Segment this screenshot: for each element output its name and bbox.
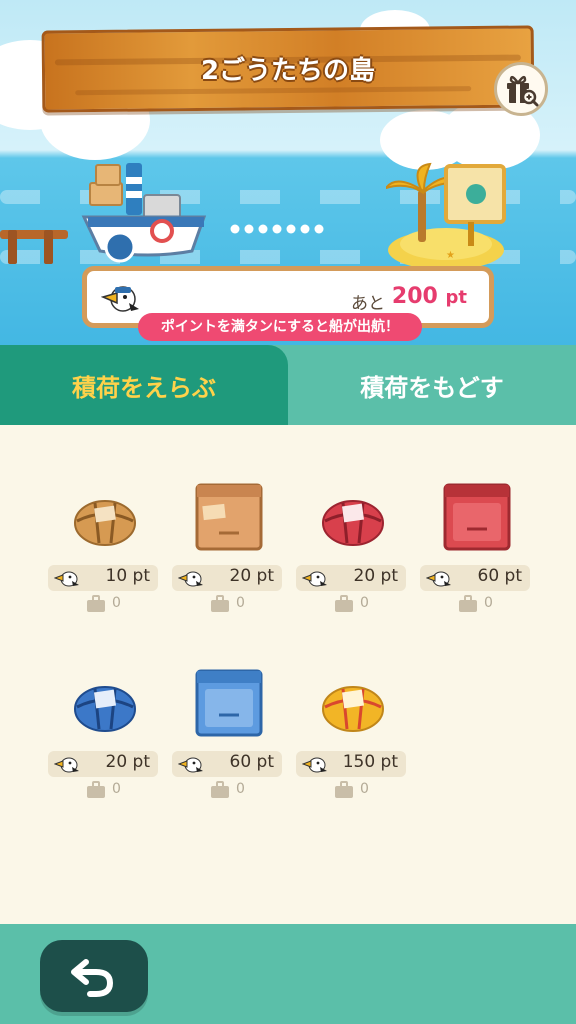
gift-magnify-icon [507,75,539,107]
undo-arrow-icon [71,959,114,997]
price-pill: 60 pt [420,565,530,591]
item-count: 0 [236,595,245,611]
item-price: 20 pt [105,752,151,772]
cargo-item[interactable]: 20 pt 0 [296,425,408,612]
item-price: 20 pt [353,566,399,586]
palm-island-icon: ★ [386,162,506,270]
cargo-crate-blue-icon [195,669,263,737]
tab-select-cargo[interactable]: 積荷をえらぶ [0,345,288,425]
cargo-item[interactable]: 60 pt 0 [172,611,284,798]
route-dots [230,224,324,234]
item-price: 10 pt [105,566,151,586]
price-pill: 60 pt [172,751,282,777]
suitcase-icon [459,595,477,612]
remain-prefix: あと [351,294,385,314]
price-pill: 10 pt [48,565,158,591]
pelican-icon [178,571,203,587]
footer-bar [0,924,576,1024]
item-price: 150 pt [342,752,398,772]
item-count: 0 [112,781,121,797]
cargo-item[interactable]: 10 pt 0 [48,425,160,612]
wooden-pier-icon [0,230,68,264]
cargo-bundle-gold-icon [322,686,384,732]
remain-points: 200 pt [392,284,467,309]
pelican-icon [101,286,139,312]
item-count: 0 [360,595,369,611]
item-count: 0 [484,595,493,611]
suitcase-icon [87,781,105,798]
cargo-item[interactable]: 60 pt 0 [420,425,532,612]
gift-preview-button[interactable] [494,62,548,116]
suitcase-icon [211,781,229,798]
item-count: 0 [236,781,245,797]
cargo-bundle-red-icon [322,500,384,546]
pelican-icon [302,757,327,773]
cargo-bundle-blue-icon [74,686,136,732]
pelican-icon [302,571,327,587]
pelican-icon [426,571,451,587]
cargo-bundle-tan-icon [74,500,136,546]
item-count: 0 [112,595,121,611]
remain-points-unit: pt [445,287,468,308]
cargo-ship-icon [81,163,207,263]
price-pill: 20 pt [172,565,282,591]
pelican-icon [178,757,203,773]
item-count: 0 [360,781,369,797]
price-pill: 20 pt [296,565,406,591]
sail-hint-badge: ポイントを満タンにすると船が出航！ [138,313,422,341]
back-button[interactable] [40,940,148,1012]
cargo-item[interactable]: 150 pt 0 [296,611,408,798]
cargo-crate-wood-icon [195,483,263,551]
item-price: 20 pt [229,566,275,586]
cargo-tabs: 積荷をえらぶ 積荷をもどす [0,345,576,425]
island-title: 2ごうたちの島 [200,56,376,86]
svg-text:★: ★ [446,250,455,261]
cargo-crate-red-icon [443,483,511,551]
item-price: 60 pt [477,566,523,586]
suitcase-icon [335,781,353,798]
cargo-item[interactable]: 20 pt 0 [48,611,160,798]
pelican-icon [54,571,79,587]
price-pill: 150 pt [296,751,406,777]
pelican-icon [54,757,79,773]
tab-return-cargo[interactable]: 積荷をもどす [288,345,576,425]
price-pill: 20 pt [48,751,158,777]
cargo-item[interactable]: 20 pt 0 [172,425,284,612]
cargo-grid: 10 pt 0 20 pt 0 20 pt 0 60 pt 0 20 pt 0 … [0,425,576,925]
remain-points-value: 200 [391,284,438,309]
item-price: 60 pt [229,752,275,772]
